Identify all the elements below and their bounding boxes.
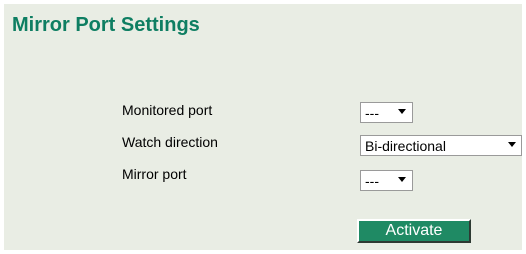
watch-direction-select[interactable]: Bi-directional (360, 135, 522, 156)
mirror-port-select[interactable]: --- (360, 170, 413, 191)
mirror-port-label: Mirror port (122, 166, 187, 182)
watch-direction-value: Bi-directional (365, 138, 446, 154)
mirror-port-value: --- (365, 173, 379, 189)
chevron-down-icon (398, 109, 406, 114)
chevron-down-icon (398, 177, 406, 182)
page-title: Mirror Port Settings (12, 14, 200, 36)
watch-direction-label: Watch direction (122, 134, 218, 150)
settings-panel: Mirror Port Settings Monitored port --- … (4, 4, 522, 250)
monitored-port-value: --- (365, 105, 379, 121)
chevron-down-icon (508, 142, 516, 147)
monitored-port-select[interactable]: --- (360, 102, 413, 123)
monitored-port-label: Monitored port (122, 102, 213, 118)
activate-button[interactable]: Activate (357, 219, 471, 243)
